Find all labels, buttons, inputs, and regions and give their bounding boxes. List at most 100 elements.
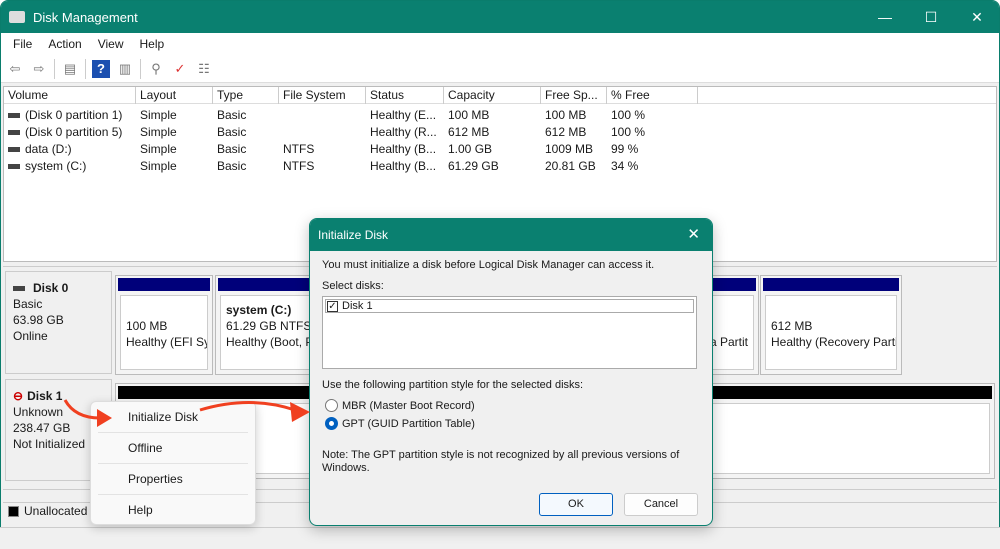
table-cell: Basic xyxy=(213,107,279,124)
radio-icon xyxy=(325,399,338,412)
cell-text: 612 MB xyxy=(448,125,490,139)
table-cell: NTFS xyxy=(279,141,366,158)
table-cell: 100 % xyxy=(607,124,698,141)
dialog-title: Initialize Disk xyxy=(318,228,389,242)
disk-size: 63.98 GB xyxy=(13,313,64,327)
radio-selected-icon xyxy=(325,417,338,430)
maximize-button[interactable]: ☐ xyxy=(908,1,954,33)
disk-uninitialized-icon: ⊖ xyxy=(13,389,24,403)
legend-unallocated: Unallocated xyxy=(24,504,88,518)
initialize-disk-dialog: Initialize Disk ✕ You must initialize a d… xyxy=(309,218,713,526)
dialog-close-button[interactable]: ✕ xyxy=(687,219,700,251)
table-cell: Healthy (B... xyxy=(366,141,444,158)
cell-text: 100 MB xyxy=(448,108,490,122)
properties-list-icon[interactable]: ☷ xyxy=(195,60,213,78)
cell-text: Healthy (R... xyxy=(370,125,437,139)
title-bar: Disk Management — ☐ ✕ xyxy=(1,1,999,33)
table-row[interactable]: data (D:) Simple Basic NTFS Healthy (B... 1.0… xyxy=(4,141,996,158)
table-cell: Simple xyxy=(136,158,213,175)
table-cell: 612 MB xyxy=(541,124,607,141)
table-cell: 100 % xyxy=(607,107,698,124)
table-cell: 1009 MB xyxy=(541,141,607,158)
table-cell: 100 MB xyxy=(541,107,607,124)
app-icon xyxy=(9,11,25,23)
window-title: Disk Management xyxy=(33,9,138,25)
column-header[interactable]: Volume xyxy=(4,87,136,104)
cell-text: 61.29 GB xyxy=(448,159,499,173)
cell-text: Simple xyxy=(140,159,177,173)
column-header[interactable]: File System xyxy=(279,87,366,104)
column-header[interactable]: Type xyxy=(213,87,279,104)
cell-text: Simple xyxy=(140,108,177,122)
column-header[interactable]: Free Sp... xyxy=(541,87,607,104)
console-tree-icon[interactable]: ▤ xyxy=(61,60,79,78)
cancel-button[interactable]: Cancel xyxy=(624,493,698,516)
mbr-label: MBR (Master Boot Record) xyxy=(342,399,475,412)
cell-text: (Disk 0 partition 1) xyxy=(25,108,123,122)
table-row[interactable]: (Disk 0 partition 1) Simple Basic Healthy (… xyxy=(4,107,996,124)
cell-text: Healthy (B... xyxy=(370,159,437,173)
cell-text: Simple xyxy=(140,142,177,156)
table-cell: 99 % xyxy=(607,141,698,158)
menu-item-initialize-disk[interactable]: Initialize Disk xyxy=(98,402,248,433)
menu-help[interactable]: Help xyxy=(132,37,173,51)
disk-list-item[interactable]: ✓ Disk 1 xyxy=(325,299,694,313)
gpt-label: GPT (GUID Partition Table) xyxy=(342,417,475,430)
partition-efi[interactable]: 100 MB Healthy (EFI Sys xyxy=(115,275,213,375)
menu-item-properties[interactable]: Properties xyxy=(98,464,248,495)
gpt-radio[interactable]: GPT (GUID Partition Table) xyxy=(325,417,475,430)
cell-text: Basic xyxy=(217,159,247,173)
cell-text: data (D:) xyxy=(25,142,72,156)
action-pane-icon[interactable]: ▥ xyxy=(116,60,134,78)
cell-text: 1.00 GB xyxy=(448,142,493,156)
disk-checkbox[interactable]: ✓ xyxy=(327,300,338,312)
table-cell: 20.81 GB xyxy=(541,158,607,175)
unallocated-swatch xyxy=(8,505,19,517)
menu-item-offline[interactable]: Offline xyxy=(98,433,248,464)
cell-text: NTFS xyxy=(283,142,315,156)
divider xyxy=(140,58,141,79)
forward-icon[interactable]: ⇨ xyxy=(30,60,48,78)
partition-size: 100 MB xyxy=(126,319,168,333)
cell-text: Healthy (B... xyxy=(370,142,437,156)
check-icon[interactable]: ✓ xyxy=(171,60,189,78)
cell-text: 1009 MB xyxy=(545,142,594,156)
column-header[interactable]: Status xyxy=(366,87,444,104)
column-header[interactable]: Capacity xyxy=(444,87,541,104)
help-icon[interactable]: ? xyxy=(92,59,110,78)
table-cell: data (D:) xyxy=(4,141,136,158)
table-cell xyxy=(279,107,366,124)
partition-recovery[interactable]: 612 MB Healthy (Recovery Parti xyxy=(760,275,902,375)
mbr-radio[interactable]: MBR (Master Boot Record) xyxy=(325,399,475,412)
cell-text: 20.81 GB xyxy=(545,159,596,173)
disk-0-label[interactable]: Disk 0 Basic 63.98 GB Online xyxy=(5,271,112,374)
close-button[interactable]: ✕ xyxy=(954,1,999,33)
cell-text: 612 MB xyxy=(545,125,587,139)
connect-icon[interactable]: ⚲ xyxy=(147,60,165,78)
column-header[interactable]: % Free xyxy=(607,87,698,104)
menu-view[interactable]: View xyxy=(90,37,132,51)
back-icon[interactable]: ⇦ xyxy=(6,60,24,78)
column-header[interactable]: Layout xyxy=(136,87,213,104)
volume-icon xyxy=(8,147,20,153)
disk-icon xyxy=(13,286,25,292)
table-cell: (Disk 0 partition 1) xyxy=(4,107,136,124)
table-cell: 61.29 GB xyxy=(444,158,541,175)
disk-listbox[interactable]: ✓ Disk 1 xyxy=(322,296,697,369)
minimize-button[interactable]: — xyxy=(862,1,908,33)
menu-item-help[interactable]: Help xyxy=(98,495,248,526)
select-disks-label: Select disks: xyxy=(322,280,384,292)
table-cell: Simple xyxy=(136,124,213,141)
volume-list-header: Volume Layout Type File System Status Capacit… xyxy=(4,87,996,104)
table-cell: Healthy (E... xyxy=(366,107,444,124)
ok-button[interactable]: OK xyxy=(539,493,613,516)
menu-action[interactable]: Action xyxy=(40,37,89,51)
table-cell: 34 % xyxy=(607,158,698,175)
table-row[interactable]: system (C:) Simple Basic NTFS Healthy (B... 6… xyxy=(4,158,996,175)
table-cell: Healthy (B... xyxy=(366,158,444,175)
table-row[interactable]: (Disk 0 partition 5) Simple Basic Healthy (… xyxy=(4,124,996,141)
menu-file[interactable]: File xyxy=(5,37,40,51)
table-cell: Basic xyxy=(213,141,279,158)
status-bar xyxy=(0,527,1000,549)
table-cell: Basic xyxy=(213,124,279,141)
